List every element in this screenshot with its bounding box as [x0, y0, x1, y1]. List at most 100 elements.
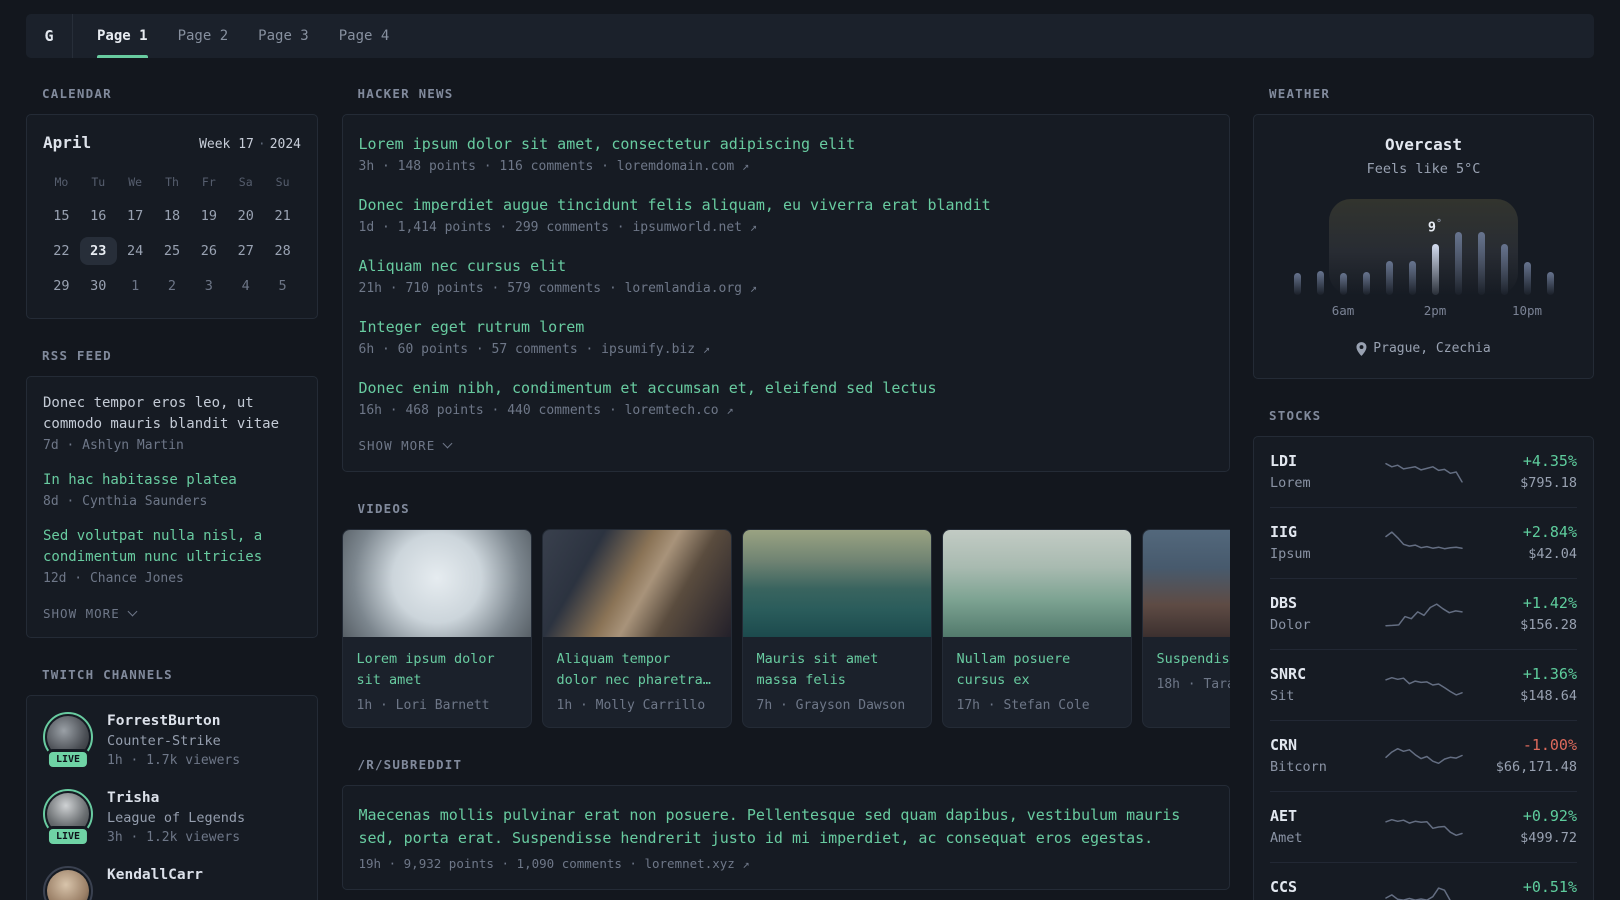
stock-symbol: IIG	[1270, 523, 1298, 541]
video-title[interactable]: Suspendisse diam	[1157, 649, 1230, 670]
weekday-label: Sa	[238, 175, 253, 189]
stock-values: +2.84% $42.04	[1473, 523, 1577, 562]
twitch-channel-row[interactable]: LIVE Trisha League of Legends 3h · 1.2k …	[43, 789, 301, 847]
video-carousel: Lorem ipsum dolor sit amet consectetu… 1…	[341, 529, 1230, 728]
tab-page-3[interactable]: Page 3	[258, 14, 309, 58]
video-title[interactable]: Mauris sit amet massa felis	[757, 649, 917, 691]
tab-page-2[interactable]: Page 2	[178, 14, 229, 58]
rss-show-more-button[interactable]: SHOW MORE	[43, 606, 301, 621]
stock-row: LDI Lorem +4.35% $795.18	[1270, 437, 1577, 507]
subreddit-widget-title: /R/SUBREDDIT	[357, 757, 463, 772]
video-title[interactable]: Nullam posuere cursus ex	[957, 649, 1117, 691]
hn-show-more-button[interactable]: SHOW MORE	[359, 438, 1213, 453]
calendar-header: April Week 17 · 2024	[43, 133, 301, 152]
stock-values: +1.36% $148.64	[1473, 665, 1577, 704]
stock-sparkline	[1374, 740, 1473, 772]
stock-price: $156.28	[1520, 617, 1577, 633]
video-card[interactable]: Lorem ipsum dolor sit amet consectetu… 1…	[341, 529, 532, 728]
rss-item-title[interactable]: Donec tempor eros leo, ut commodo mauris…	[43, 393, 301, 435]
stock-row: AET Amet +0.92% $499.72	[1270, 791, 1577, 862]
calendar-day: 16	[90, 208, 107, 224]
stock-name: Dolor	[1270, 617, 1311, 633]
hour-bar	[1408, 261, 1416, 295]
hn-item-title[interactable]: Lorem ipsum dolor sit amet, consectetur …	[359, 133, 1213, 155]
external-link-icon: ↗	[749, 281, 758, 295]
weekday-label: Su	[275, 175, 290, 189]
twitch-channel-row[interactable]: KendallCarr	[43, 866, 301, 900]
stock-symbol: LDI	[1270, 452, 1298, 470]
video-title[interactable]: Aliquam tempor dolor nec pharetra…	[557, 649, 717, 691]
hn-item-title[interactable]: Aliquam nec cursus elit	[359, 255, 1213, 277]
hour-tick-label: 6am	[1331, 303, 1355, 318]
stock-symbol: SNRC	[1270, 665, 1307, 683]
calendar-day-next-month: 2	[167, 278, 177, 294]
hacker-news-widget: HACKER NEWS Lorem ipsum dolor sit amet, …	[341, 86, 1230, 472]
app-logo[interactable]: G	[26, 14, 73, 58]
video-card[interactable]: Aliquam tempor dolor nec pharetra… 1h · …	[541, 529, 732, 728]
calendar-day-selected: 23	[79, 237, 117, 265]
rss-item-title[interactable]: Sed volutpat nulla nisl, a condimentum n…	[43, 526, 301, 568]
stock-row: CRN Bitcorn -1.00% $66,171.48	[1270, 720, 1577, 791]
hn-item-title[interactable]: Donec enim nibh, condimentum et accumsan…	[359, 377, 1213, 399]
channel-viewers: 1h · 1.7k viewers	[107, 753, 241, 768]
calendar-grid: Mo Tu We Th Fr Sa Su 15 16 17 18 19 20 2…	[43, 171, 301, 300]
video-card-body: Lorem ipsum dolor sit amet consectetu… 1…	[343, 637, 531, 727]
video-card[interactable]: Mauris sit amet massa felis 7h · Grayson…	[741, 529, 932, 728]
video-meta: 18h · Tara	[1156, 677, 1230, 692]
stock-sparkline	[1374, 598, 1473, 630]
video-thumbnail	[942, 530, 1131, 637]
hn-item-domain-link[interactable]: ipsumworld.net	[632, 220, 742, 235]
dashboard-layout: CALENDAR April Week 17 · 2024 Mo Tu We Th …	[0, 58, 1620, 900]
calendar-day: 15	[53, 208, 70, 224]
rss-item-title[interactable]: In hac habitasse platea	[43, 470, 301, 491]
channel-name: ForrestBurton	[107, 713, 221, 729]
twitch-channel-row[interactable]: LIVE ForrestBurton Counter-Strike 1h · 1…	[43, 712, 301, 770]
middle-column: HACKER NEWS Lorem ipsum dolor sit amet, …	[341, 86, 1230, 900]
hn-item-title[interactable]: Integer eget rutrum lorem	[359, 316, 1213, 338]
hn-item-domain-link[interactable]: loremtech.co	[625, 403, 719, 418]
reddit-post-title[interactable]: Maecenas mollis pulvinar erat non posuer…	[359, 804, 1213, 850]
current-temperature-label: 9°	[1428, 218, 1442, 236]
daylight-band	[1329, 199, 1518, 295]
external-link-icon: ↗	[742, 857, 750, 871]
hn-item-domain-link[interactable]: loremlandia.org	[625, 281, 742, 296]
degree-symbol: °	[1436, 217, 1443, 229]
stock-row: IIG Ipsum +2.84% $42.04	[1270, 507, 1577, 578]
hn-item-meta: 3h · 148 points · 116 comments · loremdo…	[359, 159, 1213, 174]
calendar-card: April Week 17 · 2024 Mo Tu We Th Fr Sa Su …	[26, 114, 318, 319]
stock-row: DBS Dolor +1.42% $156.28	[1270, 578, 1577, 649]
rss-item-meta: 8d · Cynthia Saunders	[43, 494, 208, 509]
reddit-meta-text: 19h · 9,932 points · 1,090 comments ·	[358, 856, 645, 871]
location-pin-icon	[1356, 341, 1367, 356]
hn-item-domain-link[interactable]: loremdomain.com	[617, 159, 734, 174]
channel-avatar-ring: LIVE	[43, 712, 93, 770]
rss-widget: RSS FEED Donec tempor eros leo, ut commo…	[26, 348, 318, 638]
hour-tick-label: 2pm	[1423, 303, 1447, 318]
hn-meta-text: 6h · 60 points · 57 comments ·	[358, 342, 602, 357]
page-tabs: Page 1 Page 2 Page 3 Page 4	[73, 14, 389, 58]
stock-name: Bitcorn	[1270, 759, 1327, 775]
weekday-label: Mo	[54, 175, 69, 189]
video-card[interactable]: Nullam posuere cursus ex 17h · Stefan Co…	[941, 529, 1132, 728]
calendar-day: 29	[53, 278, 70, 294]
tab-page-1[interactable]: Page 1	[97, 14, 148, 58]
hn-item-title[interactable]: Donec imperdiet augue tincidunt felis al…	[359, 194, 1213, 216]
channel-info: KendallCarr	[107, 866, 203, 900]
weather-feels-like: Feels like 5°C	[1366, 161, 1481, 177]
calendar-widget-title: CALENDAR	[42, 86, 112, 101]
calendar-week-year: Week 17 · 2024	[199, 137, 301, 152]
temperature-value: 9	[1427, 219, 1437, 235]
video-title[interactable]: Lorem ipsum dolor sit amet consectetu…	[357, 649, 517, 691]
reddit-post-domain-link[interactable]: loremnet.xyz	[644, 856, 734, 871]
video-card[interactable]: Suspendisse diam 18h · Tara	[1141, 529, 1230, 728]
stock-identity: DBS Dolor	[1270, 594, 1374, 633]
video-meta: 1h · Molly Carrillo	[556, 698, 706, 713]
stock-price: $795.18	[1520, 475, 1577, 491]
hn-item-domain-link[interactable]: ipsumify.biz	[601, 342, 695, 357]
tab-page-4[interactable]: Page 4	[339, 14, 390, 58]
weather-hourly-chart: 9°	[1293, 199, 1554, 295]
stock-sparkline	[1374, 527, 1473, 559]
hour-bar	[1500, 244, 1508, 295]
stock-change: +0.51%	[1522, 878, 1577, 896]
channel-name: KendallCarr	[107, 867, 204, 883]
